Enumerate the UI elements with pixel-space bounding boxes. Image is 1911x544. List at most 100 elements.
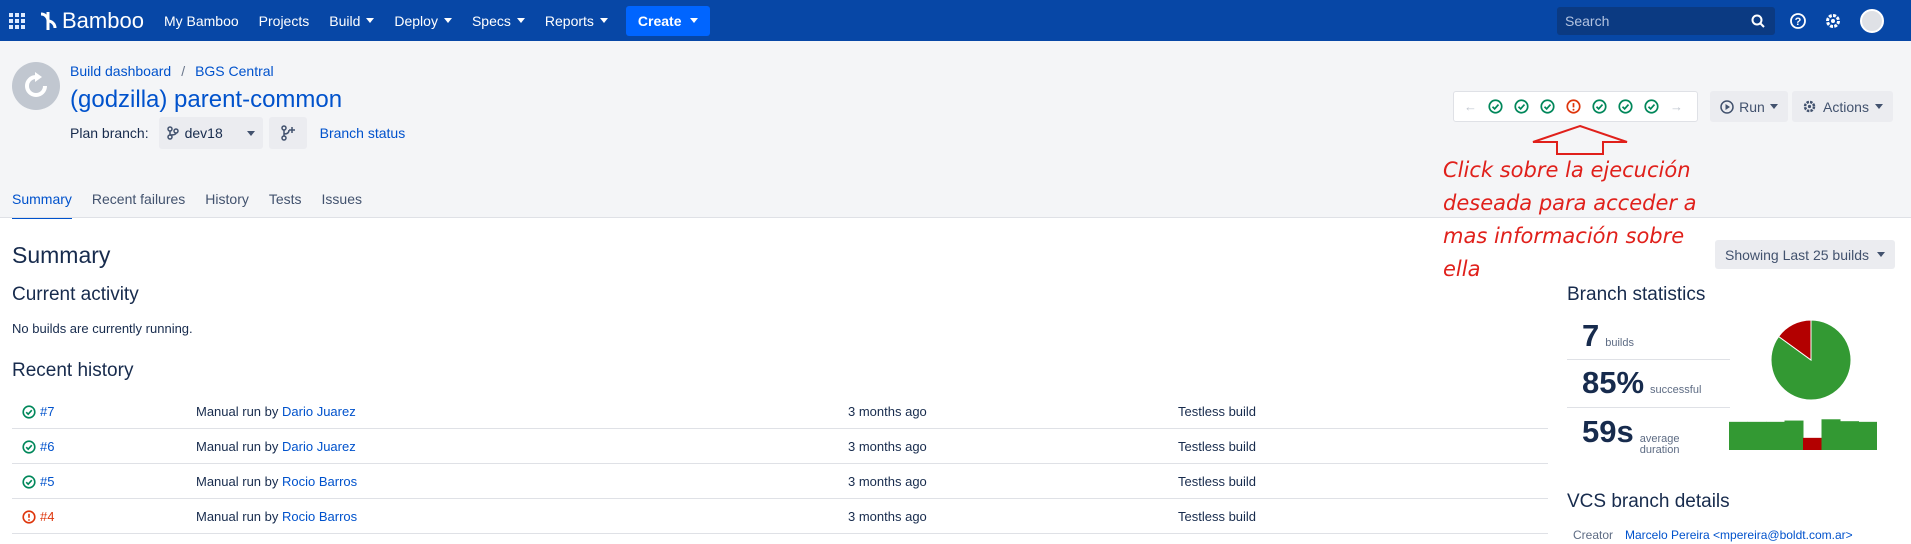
trigger-user-link[interactable]: Rocio Barros (282, 509, 357, 524)
branch-status-link[interactable]: Branch status (320, 125, 406, 141)
search-input[interactable]: Search (1557, 7, 1775, 35)
gear-icon (1803, 100, 1816, 113)
app-switcher-button[interactable] (2, 0, 32, 41)
build-test-summary: Testless build (1178, 509, 1257, 524)
trigger-prefix: Manual run by (196, 439, 279, 454)
chevron-down-icon (1769, 104, 1778, 109)
failed-status-icon (1566, 99, 1581, 114)
stat-divider (1567, 359, 1730, 360)
create-branch-button[interactable] (268, 117, 307, 149)
build-number-link[interactable]: #5 (22, 474, 54, 489)
success-status-icon (22, 439, 36, 454)
nav-item-projects[interactable]: Projects (259, 13, 310, 29)
nav-item-build[interactable]: Build (329, 13, 375, 29)
build-status-3[interactable] (1566, 99, 1581, 114)
builds-count: 7 (1582, 318, 1600, 353)
duration-bar (1821, 419, 1841, 450)
chevron-down-icon (599, 18, 608, 23)
chevron-down-icon (689, 18, 698, 23)
annotation-line: mas información sobre (1443, 224, 1685, 248)
build-time-ago: 3 months ago (848, 474, 927, 489)
success-status-icon (1514, 99, 1529, 114)
user-avatar[interactable] (1860, 8, 1884, 33)
build-number-link[interactable]: #4 (22, 509, 54, 524)
plan-branch-row: Plan branch: dev18 Branch status (70, 117, 405, 149)
showing-builds-dropdown[interactable]: Showing Last 25 builds (1715, 240, 1895, 269)
breadcrumb-project[interactable]: BGS Central (195, 63, 274, 79)
nav-item-reports[interactable]: Reports (545, 13, 608, 29)
help-icon[interactable]: ? (1790, 12, 1806, 29)
duration-bar (1784, 420, 1804, 450)
tab-history[interactable]: History (205, 191, 249, 219)
build-number: #7 (40, 404, 55, 419)
next-arrow-icon[interactable]: → (1670, 99, 1683, 114)
branch-add-icon (280, 125, 295, 141)
tab-summary[interactable]: Summary (12, 191, 72, 219)
build-status-5[interactable] (1618, 99, 1633, 114)
trigger-user-link[interactable]: Dario Juarez (282, 404, 356, 419)
nav-item-label: Deploy (394, 12, 438, 29)
chevron-down-icon (366, 18, 375, 23)
trigger-prefix: Manual run by (196, 404, 279, 419)
create-button[interactable]: Create (625, 5, 710, 36)
build-number: #4 (40, 509, 55, 524)
bamboo-logo-icon (40, 11, 57, 30)
settings-icon[interactable] (1824, 12, 1842, 30)
build-number-link[interactable]: #6 (22, 439, 54, 454)
nav-item-my-bamboo[interactable]: My Bamboo (164, 13, 239, 29)
current-activity-title: Current activity (12, 284, 139, 305)
run-button[interactable]: Run (1710, 91, 1788, 122)
nav-item-specs[interactable]: Specs (472, 13, 525, 29)
build-time-ago: 3 months ago (848, 509, 927, 524)
annotation-line: deseada para acceder a (1443, 191, 1697, 215)
build-status-6[interactable] (1644, 99, 1659, 114)
annotation-line: ella (1443, 257, 1481, 281)
tab-recent-failures[interactable]: Recent failures (92, 191, 185, 219)
tabs-divider (0, 217, 1911, 218)
branch-statistics-title: Branch statistics (1567, 284, 1706, 305)
build-trigger: Manual run by Rocio Barros (196, 509, 357, 524)
breadcrumb-separator: / (181, 63, 186, 79)
plan-title[interactable]: (godzilla) parent-common (70, 86, 342, 114)
creator-value[interactable]: Marcelo Pereira <mpereira@boldt.com.ar> (1625, 528, 1853, 542)
summary-title: Summary (12, 242, 111, 268)
tab-issues[interactable]: Issues (322, 191, 362, 219)
showing-label: Showing Last 25 builds (1725, 246, 1869, 263)
build-test-summary: Testless build (1178, 439, 1257, 454)
nav-item-label: Reports (544, 12, 594, 29)
actions-button[interactable]: Actions (1792, 91, 1893, 122)
build-trigger: Manual run by Rocio Barros (196, 474, 357, 489)
duration-bar (1803, 437, 1822, 450)
build-status-2[interactable] (1540, 99, 1555, 114)
build-status-0[interactable] (1488, 99, 1503, 114)
build-number-link[interactable]: #7 (22, 404, 54, 419)
branch-select[interactable]: dev18 (158, 117, 263, 149)
build-number: #5 (40, 474, 55, 489)
build-status-1[interactable] (1514, 99, 1529, 114)
current-activity-text: No builds are currently running. (12, 321, 193, 336)
duration-label: average duration (1640, 434, 1680, 456)
table-row: #5 Manual run by Rocio Barros 3 months ago… (12, 464, 1548, 499)
trigger-user-link[interactable]: Dario Juarez (282, 439, 356, 454)
table-row: #4 Manual run by Rocio Barros 3 months ago… (12, 499, 1548, 534)
tab-tests[interactable]: Tests (269, 191, 302, 219)
vcs-branch-details-title: VCS branch details (1567, 491, 1730, 512)
build-status-4[interactable] (1592, 99, 1607, 114)
create-label: Create (637, 12, 682, 29)
bamboo-logo[interactable]: Bamboo (38, 8, 144, 34)
trigger-user-link[interactable]: Rocio Barros (282, 474, 357, 489)
breadcrumb: Build dashboard / BGS Central (70, 63, 274, 79)
refresh-icon (25, 72, 47, 97)
nav-item-label: Specs (471, 12, 511, 29)
branch-value: dev18 (184, 125, 223, 141)
nav-item-deploy[interactable]: Deploy (394, 13, 452, 29)
success-percent: 85% (1582, 365, 1645, 400)
success-status-icon (1644, 99, 1659, 114)
duration-label-2: duration (1639, 444, 1680, 456)
annotation-line: Click sobre la ejecución (1443, 158, 1691, 182)
previous-arrow-icon[interactable]: ← (1464, 99, 1477, 114)
breadcrumb-build-dashboard[interactable]: Build dashboard (70, 63, 171, 79)
stat-divider (1567, 407, 1730, 408)
top-navigation-bar: Bamboo My Bamboo Projects Build Deploy Specs… (0, 0, 1911, 41)
play-icon (1720, 99, 1734, 114)
